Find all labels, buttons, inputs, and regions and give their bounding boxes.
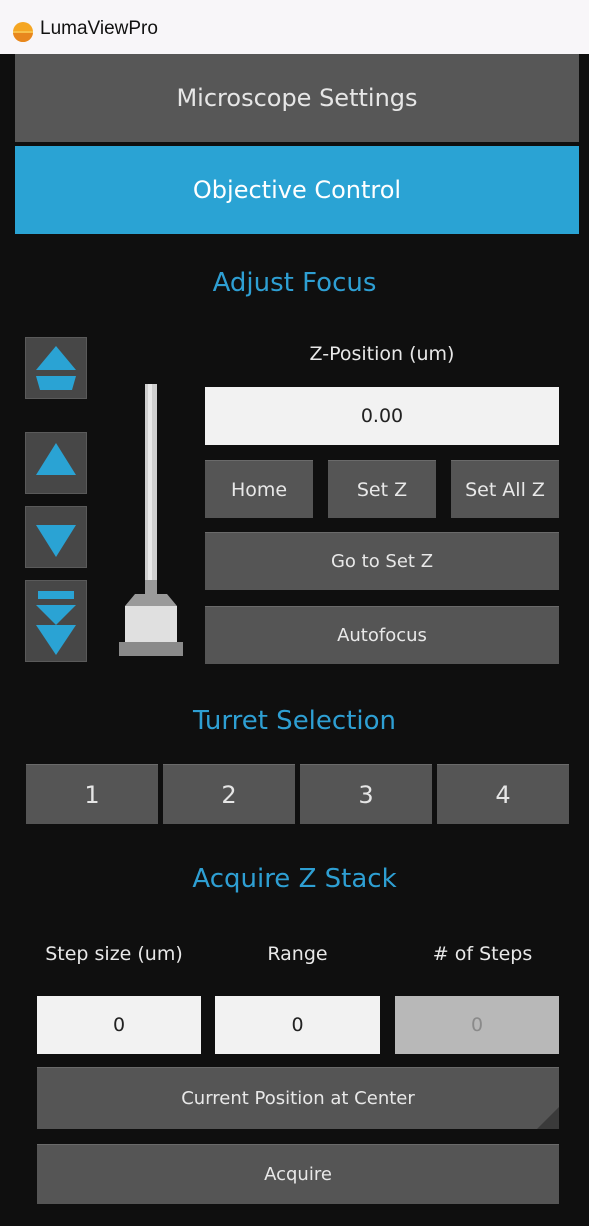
range-label: Range	[267, 943, 328, 965]
z-position-field[interactable]: 0.00	[205, 387, 559, 445]
acquire-z-stack-title: Acquire Z Stack	[192, 864, 397, 894]
num-steps-field: 0	[395, 996, 559, 1054]
window-title: LumaViewPro	[40, 18, 158, 39]
set-all-z-button[interactable]: Set All Z	[451, 460, 559, 518]
acquire-button[interactable]: Acquire	[37, 1144, 559, 1204]
fine-down-button[interactable]	[25, 506, 87, 568]
toggle-corner-indicator	[537, 1107, 559, 1129]
autofocus-button[interactable]: Autofocus	[205, 606, 559, 664]
title-bar: LumaViewPro	[0, 0, 589, 54]
turret-button-2[interactable]: 2	[163, 764, 295, 824]
turret-button-1[interactable]: 1	[26, 764, 158, 824]
turret-button-4[interactable]: 4	[437, 764, 569, 824]
adjust-focus-title: Adjust Focus	[212, 268, 377, 298]
center-position-button[interactable]: Current Position at Center	[37, 1067, 559, 1129]
home-button[interactable]: Home	[205, 460, 313, 518]
focus-slider[interactable]	[115, 384, 187, 659]
turret-button-3[interactable]: 3	[300, 764, 432, 824]
go-to-set-z-button[interactable]: Go to Set Z	[205, 532, 559, 590]
sun-icon	[13, 22, 33, 42]
up-arrow-icon	[36, 443, 76, 475]
fine-up-button[interactable]	[25, 432, 87, 494]
step-size-label: Step size (um)	[45, 943, 183, 965]
coarse-up-button[interactable]	[25, 337, 87, 399]
step-size-field[interactable]: 0	[37, 996, 201, 1054]
double-up-arrow-icon	[36, 346, 76, 390]
range-field[interactable]: 0	[215, 996, 380, 1054]
z-position-label: Z-Position (um)	[309, 343, 455, 365]
set-z-button[interactable]: Set Z	[328, 460, 436, 518]
down-arrow-icon	[36, 525, 76, 557]
objective-control-header[interactable]: Objective Control	[15, 146, 579, 234]
num-steps-label: # of Steps	[432, 943, 533, 965]
turret-selection-title: Turret Selection	[192, 706, 397, 736]
double-down-arrow-icon	[36, 591, 76, 655]
coarse-down-button[interactable]	[25, 580, 87, 662]
microscope-settings-header[interactable]: Microscope Settings	[15, 54, 579, 142]
main-panel: Microscope Settings Objective Control Ad…	[0, 54, 589, 1226]
